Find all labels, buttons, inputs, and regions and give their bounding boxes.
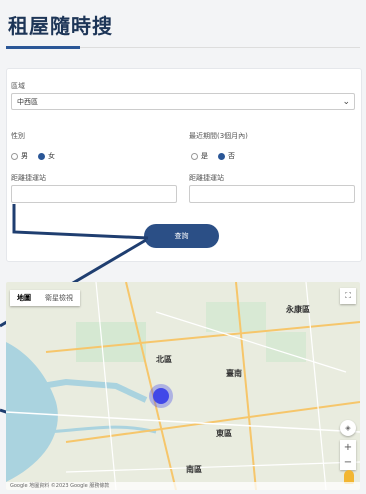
zoom-out-button[interactable]: − bbox=[340, 455, 356, 470]
compass-icon[interactable]: ◈ bbox=[340, 420, 356, 436]
map-label-east: 東區 bbox=[216, 429, 232, 438]
map-label-tainan: 臺南 bbox=[226, 369, 242, 378]
map-type-toggle: 地圖 衛星檢視 bbox=[10, 290, 80, 306]
map-panel[interactable]: 地圖 衛星檢視 ⛶ 永康區 東區 北區 南區 臺南 ◈ + − Google 地… bbox=[6, 282, 360, 490]
zoom-in-button[interactable]: + bbox=[340, 440, 356, 455]
zoom-controls: + − bbox=[340, 440, 356, 470]
map-type-map-button[interactable]: 地圖 bbox=[10, 290, 38, 306]
map-label-yongkang: 永康區 bbox=[286, 305, 310, 314]
fullscreen-icon[interactable]: ⛶ bbox=[340, 288, 356, 304]
map-footer: Google 地圖資料 ©2023 Google 服務條款 bbox=[6, 482, 360, 490]
map-label-south: 南區 bbox=[186, 465, 202, 474]
map-label-north: 北區 bbox=[156, 355, 172, 364]
location-marker-icon[interactable] bbox=[153, 388, 169, 404]
map-type-satellite-button[interactable]: 衛星檢視 bbox=[38, 290, 80, 306]
